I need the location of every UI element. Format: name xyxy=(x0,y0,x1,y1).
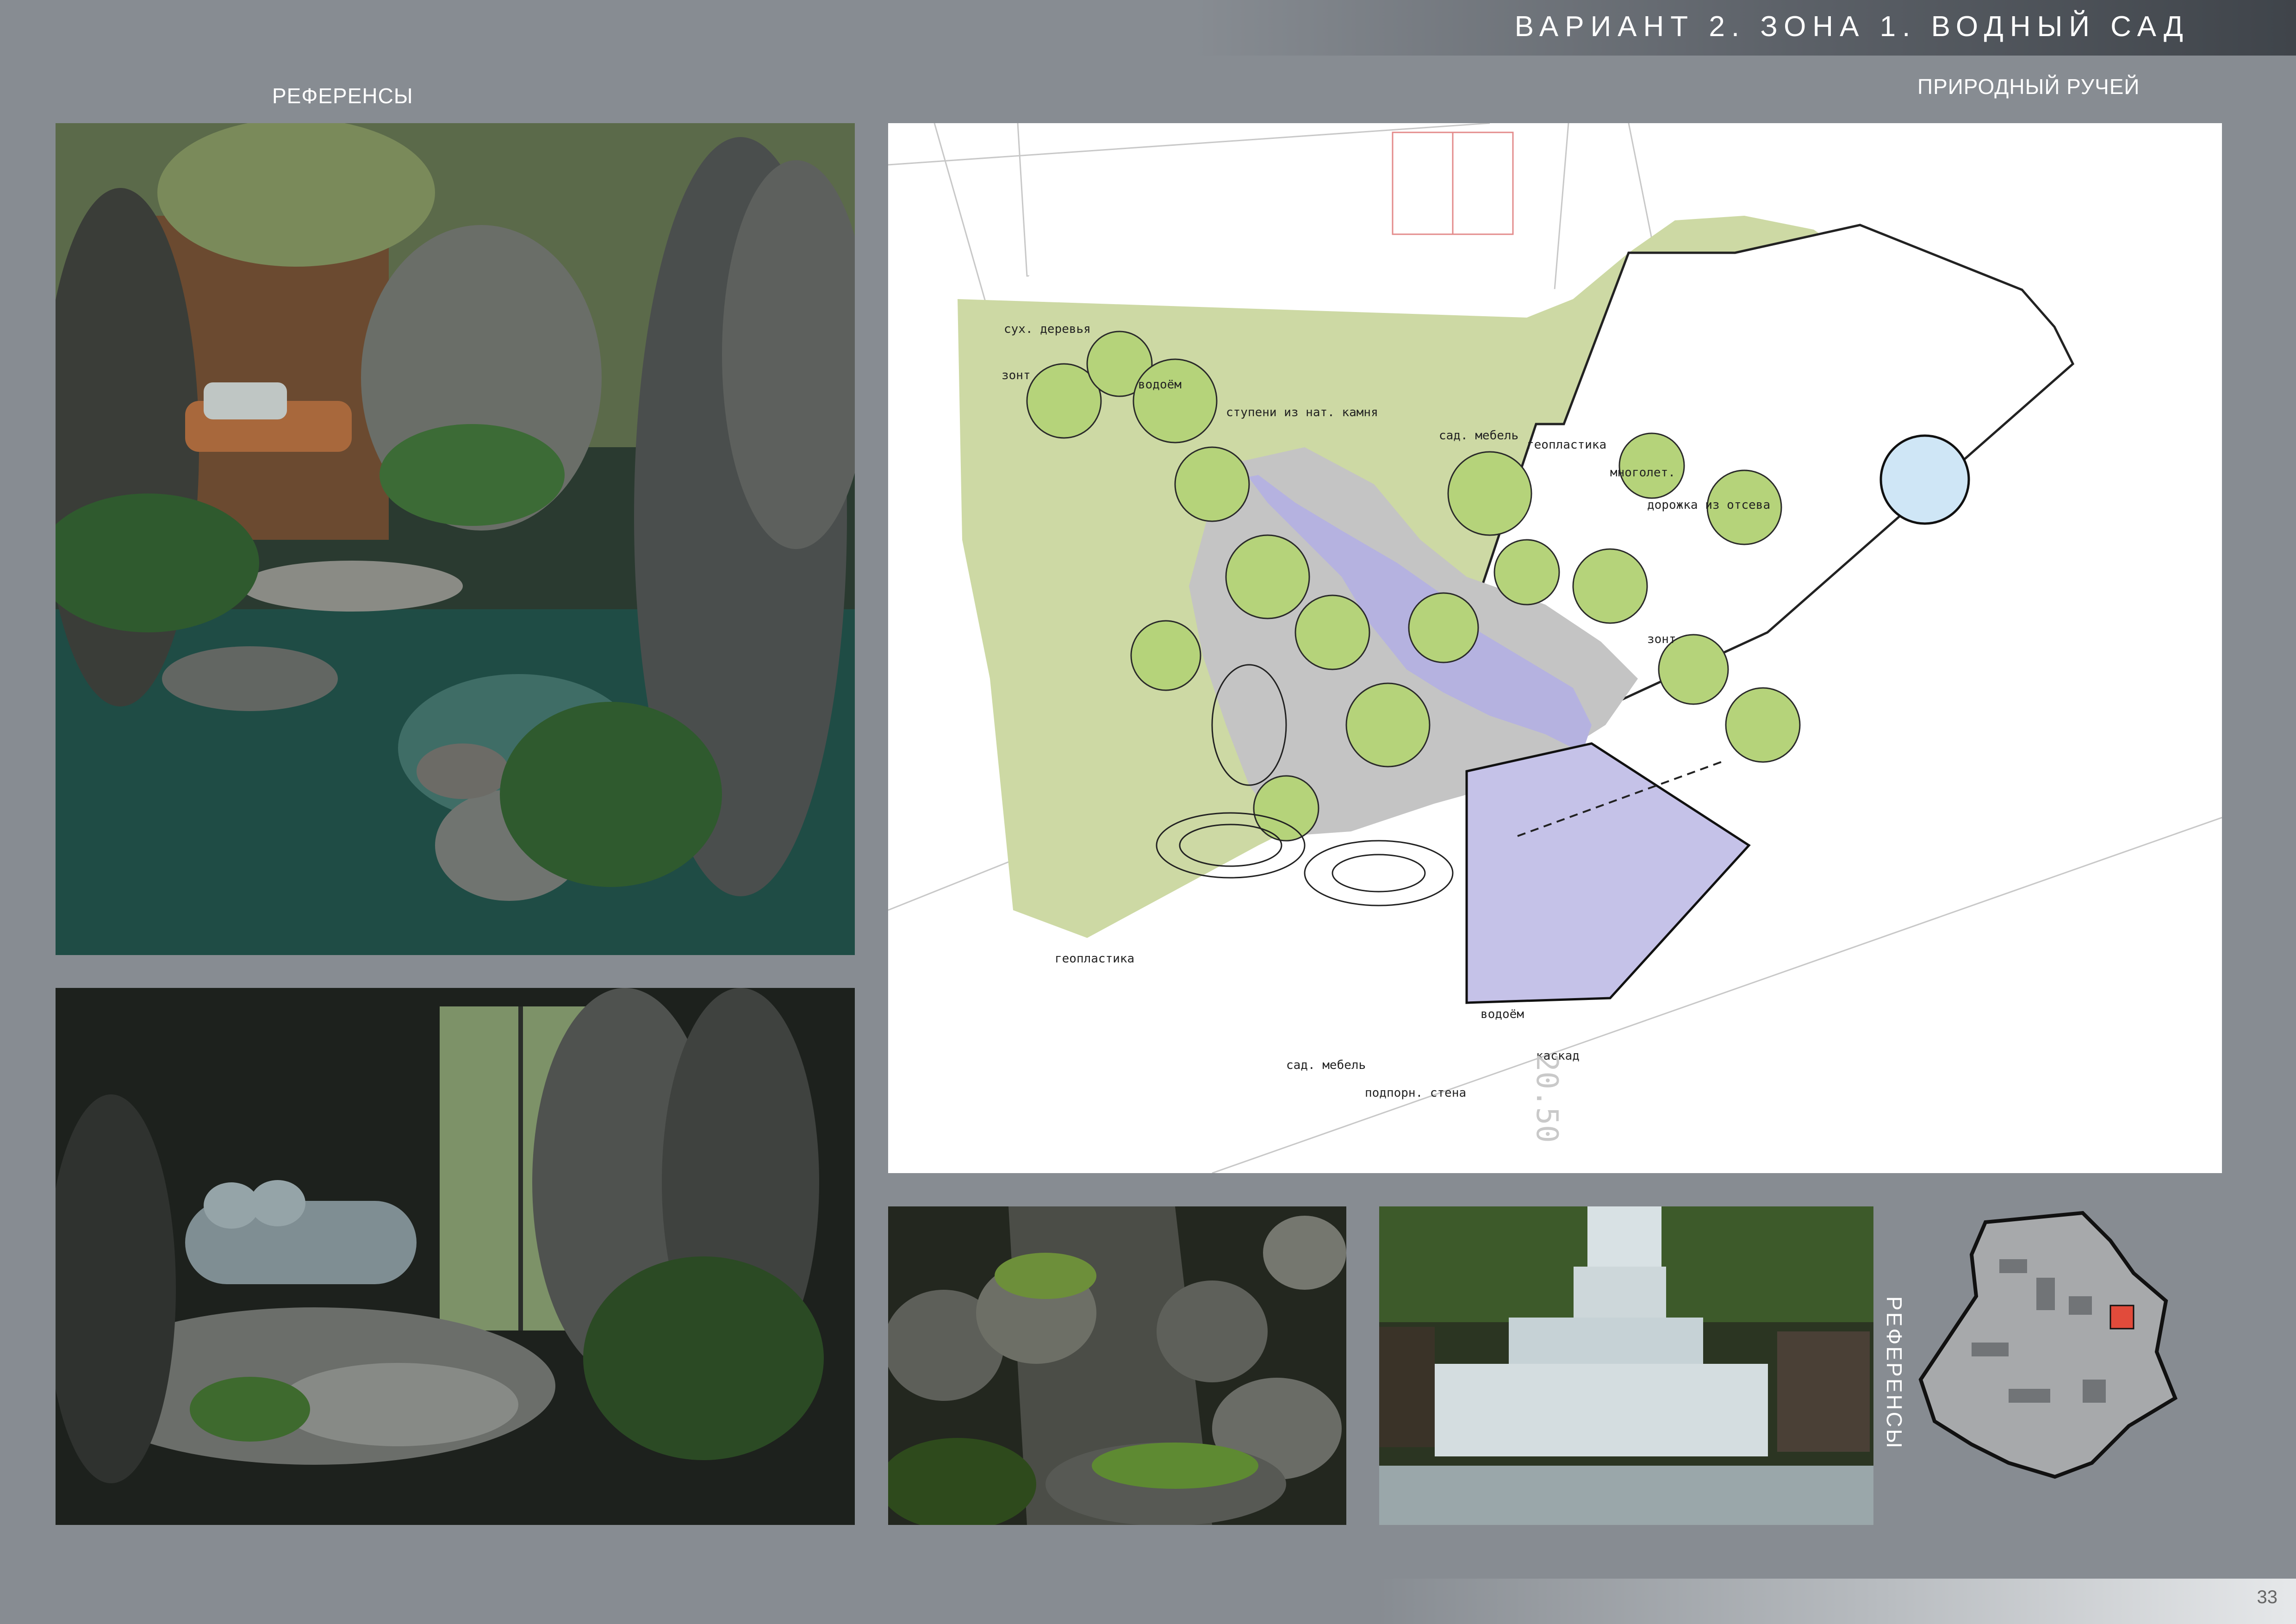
page-title: ВАРИАНТ 2. ЗОНА 1. ВОДНЫЙ САД xyxy=(1514,11,2190,43)
location-key-map xyxy=(1916,1204,2184,1491)
plan-title: ПРИРОДНЫЙ РУЧЕЙ xyxy=(1917,75,2140,99)
annotation-pond-bottom: водоём xyxy=(1481,1007,1524,1021)
reference-photo-waterfall xyxy=(1379,1206,1873,1525)
annotation-path: дорожка из отсева xyxy=(1647,498,1771,512)
footer-bar xyxy=(0,1579,2296,1624)
annotation-geoplastic-top: геопластика xyxy=(1527,438,1607,452)
references-side-label: РЕФЕРЕНСЫ xyxy=(1882,1296,1906,1450)
annotation-garden-furniture-top: сад. мебель xyxy=(1439,429,1519,443)
references-label: РЕФЕРЕНСЫ xyxy=(272,84,413,108)
reference-photo-interior-boulders xyxy=(56,988,855,1525)
dimension-label: 20.50 xyxy=(1530,1054,1564,1143)
annotation-zone-left: зонт xyxy=(1002,369,1031,382)
annotation-retaining-wall: подпорн. стена xyxy=(1365,1086,1467,1100)
annotation-dry-trees: сух. деревья xyxy=(1004,322,1091,336)
reference-photo-stone-steps xyxy=(888,1206,1346,1525)
annotation-perennials: многолет. xyxy=(1610,466,1675,480)
reference-photo-stone-garden xyxy=(56,123,855,955)
site-plan: зонт сух. деревья водоём ступени из нат.… xyxy=(888,123,2222,1173)
annotation-zone-right: зонт xyxy=(1647,632,1676,646)
annotation-geoplastic-bottom: геопластика xyxy=(1055,952,1135,966)
annotation-garden-furniture-bottom: сад. мебель xyxy=(1286,1058,1366,1072)
page-number: 33 xyxy=(2257,1587,2278,1607)
annotation-steps: ступени из нат. камня xyxy=(1226,406,1378,419)
annotation-pond-top: водоём xyxy=(1138,378,1182,392)
